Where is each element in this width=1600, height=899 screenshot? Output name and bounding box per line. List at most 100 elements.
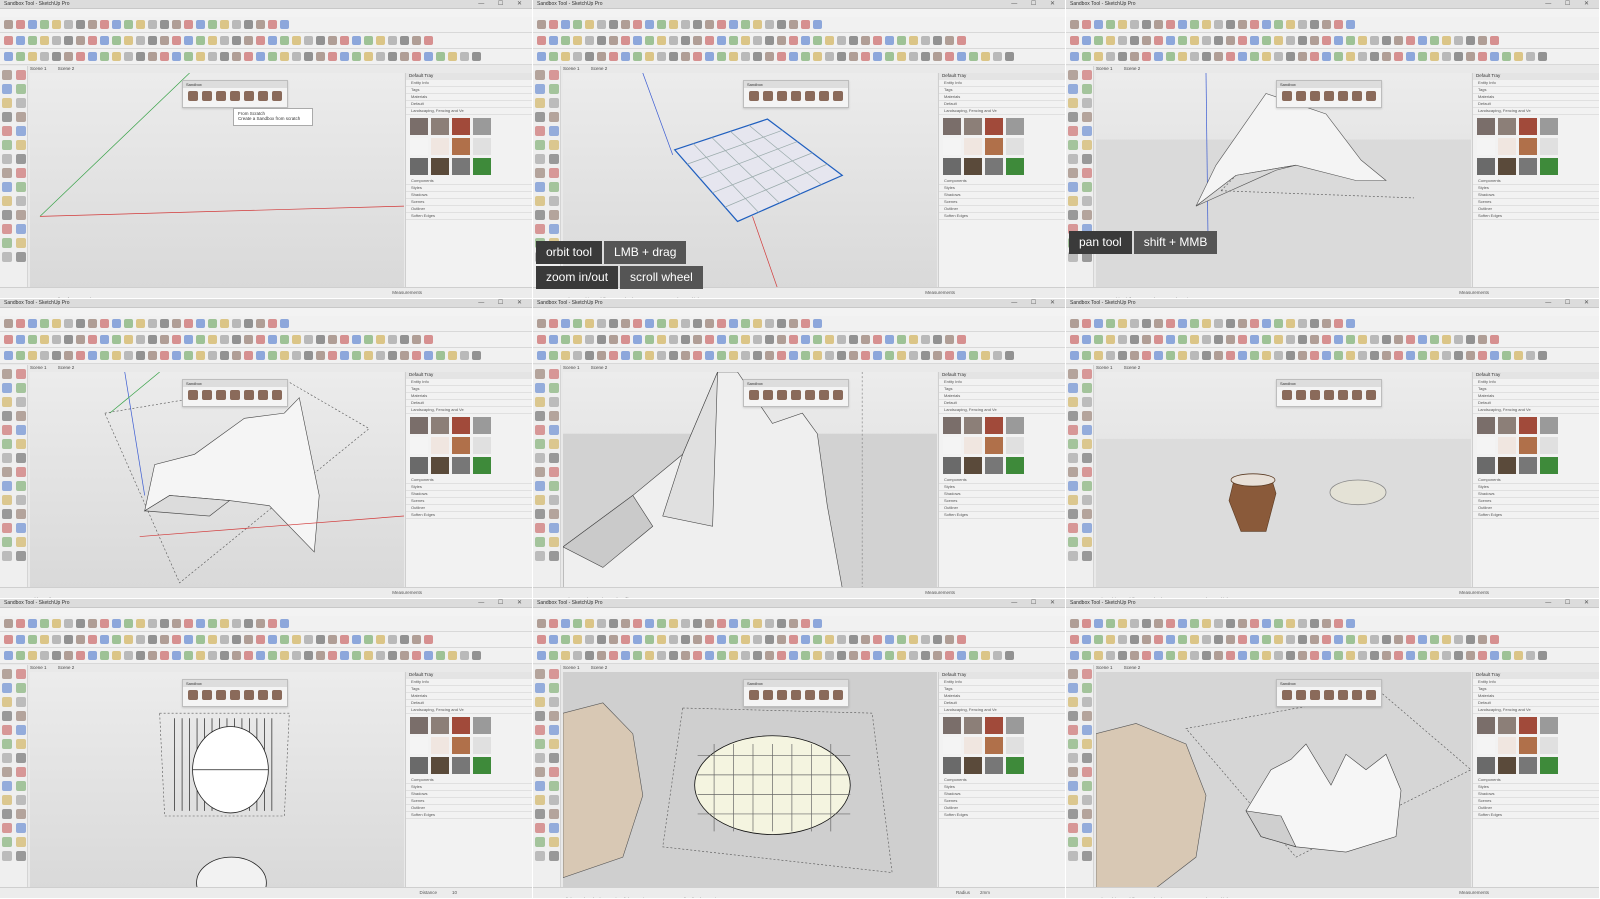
toolbar-tool-icon[interactable] bbox=[1250, 635, 1259, 644]
toolbar-tool-icon[interactable] bbox=[112, 20, 121, 29]
toolbar-tool-icon[interactable] bbox=[1214, 52, 1223, 61]
drawing-tool-icon[interactable] bbox=[1082, 837, 1092, 847]
toolbar-tool-icon[interactable] bbox=[1346, 36, 1355, 45]
add-detail-icon[interactable] bbox=[258, 91, 268, 101]
tray-section-materials[interactable]: Materials bbox=[406, 393, 532, 400]
toolbar-tool-icon[interactable] bbox=[88, 20, 97, 29]
material-swatch[interactable] bbox=[1477, 457, 1495, 474]
toolbar-tool-icon[interactable] bbox=[1166, 351, 1175, 360]
library-select[interactable]: Landscaping, Fencing and Ve bbox=[1473, 707, 1599, 714]
toolbar-tool-icon[interactable] bbox=[1346, 335, 1355, 344]
drawing-tool-icon[interactable] bbox=[549, 537, 559, 547]
drape-icon[interactable] bbox=[244, 91, 254, 101]
toolbar-tool-icon[interactable] bbox=[1178, 20, 1187, 29]
drawing-tool-icon[interactable] bbox=[1082, 383, 1092, 393]
toolbar-tool-icon[interactable] bbox=[1286, 319, 1295, 328]
toolbar-tool-icon[interactable] bbox=[633, 635, 642, 644]
toolbar-tool-icon[interactable] bbox=[885, 52, 894, 61]
tray-section-entity-info[interactable]: Entity Info bbox=[939, 80, 1065, 87]
toolbar-tool-icon[interactable] bbox=[268, 619, 277, 628]
toolbar-tool-icon[interactable] bbox=[681, 36, 690, 45]
material-swatch[interactable] bbox=[431, 138, 449, 155]
toolbar-tool-icon[interactable] bbox=[1322, 351, 1331, 360]
drawing-tool-icon[interactable] bbox=[2, 495, 12, 505]
drawing-tool-icon[interactable] bbox=[2, 753, 12, 763]
toolbar-tool-icon[interactable] bbox=[1370, 36, 1379, 45]
toolbar-tool-icon[interactable] bbox=[124, 335, 133, 344]
toolbar-tool-icon[interactable] bbox=[1130, 651, 1139, 660]
toolbar-tool-icon[interactable] bbox=[1142, 351, 1151, 360]
toolbar-tool-icon[interactable] bbox=[16, 351, 25, 360]
material-swatch[interactable] bbox=[985, 757, 1003, 774]
toolbar-tool-icon[interactable] bbox=[849, 52, 858, 61]
toolbar-tool-icon[interactable] bbox=[693, 20, 702, 29]
drawing-tool-icon[interactable] bbox=[16, 683, 26, 693]
toolbar-tool-icon[interactable] bbox=[1214, 651, 1223, 660]
toolbar-tool-icon[interactable] bbox=[1130, 635, 1139, 644]
material-swatch[interactable] bbox=[1498, 158, 1516, 175]
toolbar-tool-icon[interactable] bbox=[28, 52, 37, 61]
toolbar-tool-icon[interactable] bbox=[1106, 36, 1115, 45]
toolbar-tool-icon[interactable] bbox=[561, 52, 570, 61]
material-swatch[interactable] bbox=[985, 717, 1003, 734]
drawing-tool-icon[interactable] bbox=[2, 369, 12, 379]
toolbar-tool-icon[interactable] bbox=[364, 36, 373, 45]
toolbar-tool-icon[interactable] bbox=[364, 335, 373, 344]
toolbar-tool-icon[interactable] bbox=[741, 635, 750, 644]
drape-icon[interactable] bbox=[244, 390, 254, 400]
tray-section-entity-info[interactable]: Entity Info bbox=[406, 80, 532, 87]
toolbar-tool-icon[interactable] bbox=[945, 335, 954, 344]
toolbar-tool-icon[interactable] bbox=[124, 319, 133, 328]
toolbar-tool-icon[interactable] bbox=[597, 20, 606, 29]
toolbar-tool-icon[interactable] bbox=[717, 351, 726, 360]
toolbar-tool-icon[interactable] bbox=[609, 651, 618, 660]
toolbar-tool-icon[interactable] bbox=[220, 619, 229, 628]
tray-section-components[interactable]: Components bbox=[939, 777, 1065, 784]
toolbar-tool-icon[interactable] bbox=[621, 52, 630, 61]
toolbar-tool-icon[interactable] bbox=[196, 651, 205, 660]
toolbar-tool-icon[interactable] bbox=[645, 619, 654, 628]
toolbar-tool-icon[interactable] bbox=[801, 651, 810, 660]
toolbar-tool-icon[interactable] bbox=[957, 635, 966, 644]
material-swatch[interactable] bbox=[1540, 437, 1558, 454]
toolbar-tool-icon[interactable] bbox=[1190, 36, 1199, 45]
toolbar-tool-icon[interactable] bbox=[837, 335, 846, 344]
tray-section-shadows[interactable]: Shadows bbox=[939, 491, 1065, 498]
toolbar-tool-icon[interactable] bbox=[1106, 52, 1115, 61]
toolbar-tool-icon[interactable] bbox=[436, 52, 445, 61]
tray-section-scenes[interactable]: Scenes bbox=[939, 798, 1065, 805]
toolbar-tool-icon[interactable] bbox=[328, 351, 337, 360]
toolbar-tool-icon[interactable] bbox=[1394, 36, 1403, 45]
toolbar-tool-icon[interactable] bbox=[1154, 319, 1163, 328]
toolbar-tool-icon[interactable] bbox=[268, 319, 277, 328]
toolbar-tool-icon[interactable] bbox=[268, 36, 277, 45]
tray-section-tags[interactable]: Tags bbox=[939, 87, 1065, 94]
material-swatch[interactable] bbox=[1540, 737, 1558, 754]
toolbar-tool-icon[interactable] bbox=[232, 319, 241, 328]
toolbar-tool-icon[interactable] bbox=[148, 52, 157, 61]
toolbar-tool-icon[interactable] bbox=[897, 52, 906, 61]
toolbar-tool-icon[interactable] bbox=[573, 335, 582, 344]
toolbar-tool-icon[interactable] bbox=[813, 351, 822, 360]
toolbar-tool-icon[interactable] bbox=[172, 319, 181, 328]
toolbar-tool-icon[interactable] bbox=[412, 351, 421, 360]
toolbar-tool-icon[interactable] bbox=[1094, 52, 1103, 61]
toolbar-tool-icon[interactable] bbox=[633, 20, 642, 29]
toolbar-tool-icon[interactable] bbox=[1214, 20, 1223, 29]
toolbar-tool-icon[interactable] bbox=[1490, 36, 1499, 45]
drawing-tool-icon[interactable] bbox=[16, 753, 26, 763]
toolbar-tool-icon[interactable] bbox=[537, 319, 546, 328]
tray-section-tags[interactable]: Tags bbox=[1473, 686, 1599, 693]
toolbar-tool-icon[interactable] bbox=[1154, 619, 1163, 628]
material-swatch[interactable] bbox=[431, 158, 449, 175]
toolbar-tool-icon[interactable] bbox=[1442, 335, 1451, 344]
toolbar-tool-icon[interactable] bbox=[969, 651, 978, 660]
toolbar-tool-icon[interactable] bbox=[801, 619, 810, 628]
toolbar-tool-icon[interactable] bbox=[693, 635, 702, 644]
tray-section-shadows[interactable]: Shadows bbox=[939, 192, 1065, 199]
toolbar-tool-icon[interactable] bbox=[1106, 335, 1115, 344]
toolbar-tool-icon[interactable] bbox=[801, 319, 810, 328]
smoove-icon[interactable] bbox=[216, 390, 226, 400]
toolbar-tool-icon[interactable] bbox=[1454, 651, 1463, 660]
library-select[interactable]: Landscaping, Fencing and Ve bbox=[1473, 108, 1599, 115]
